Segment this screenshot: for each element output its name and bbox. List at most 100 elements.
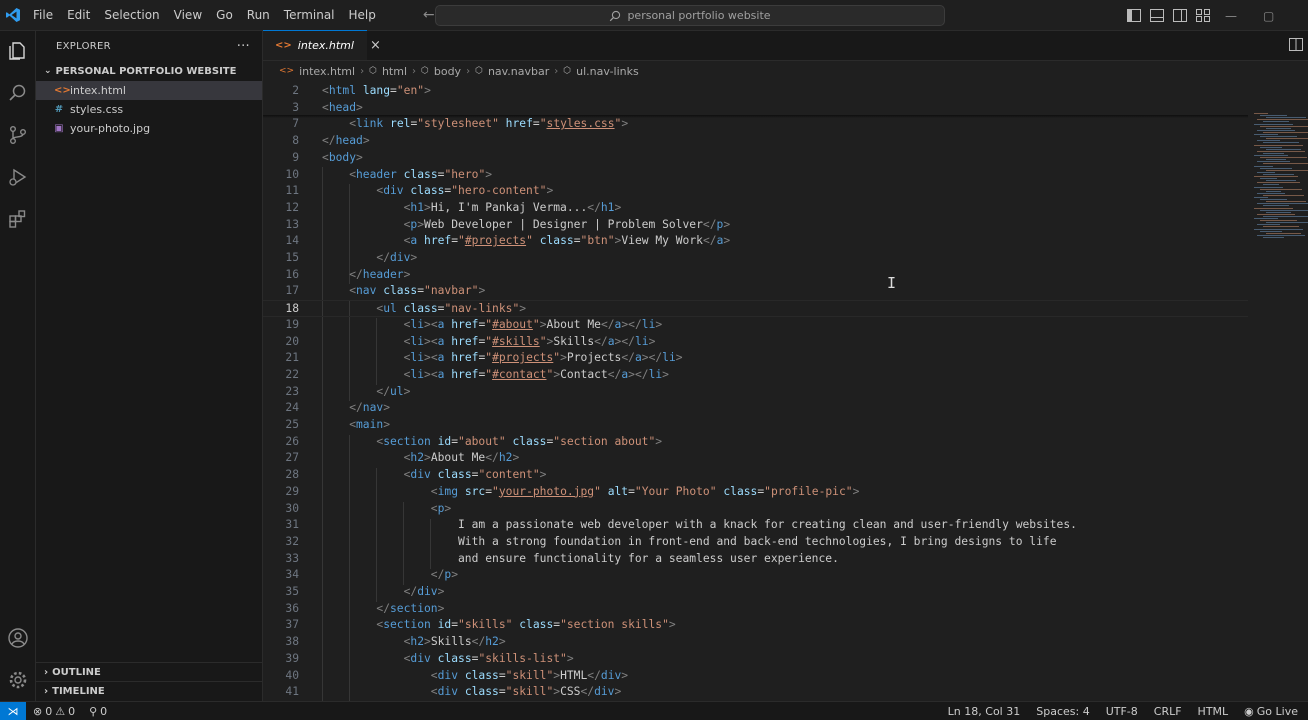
menu-item-file[interactable]: File <box>26 0 60 31</box>
remote-indicator-icon[interactable]: ⋊ <box>0 701 26 720</box>
menu-item-help[interactable]: Help <box>342 0 383 31</box>
file-type-icon: <> <box>54 85 71 96</box>
code-editor[interactable]: 2 <html lang="en"> 3 <head> 7 <link rel="styl… <box>263 83 1248 707</box>
code-line[interactable]: 18 <ul class="nav-links"> <box>263 300 1248 317</box>
cursor-position[interactable]: Ln 18, Col 31 <box>940 705 1029 718</box>
code-line[interactable]: 19 <li><a href="#about">About Me</a></li> <box>263 317 1248 334</box>
code-line[interactable]: 7 <link rel="stylesheet" href="styles.css… <box>263 116 1248 133</box>
code-line[interactable]: 11 <div class="hero-content"> <box>263 183 1248 200</box>
menu-item-edit[interactable]: Edit <box>60 0 97 31</box>
menu-item-selection[interactable]: Selection <box>97 0 166 31</box>
extensions-icon[interactable] <box>6 207 30 231</box>
code-line[interactable]: 23 </ul> <box>263 384 1248 401</box>
menu-item-go[interactable]: Go <box>209 0 240 31</box>
explorer-icon[interactable] <box>6 39 30 63</box>
code-line[interactable]: 37 <section id="skills" class="section sk… <box>263 617 1248 634</box>
code-line[interactable]: 15 </div> <box>263 250 1248 267</box>
customize-layout-icon[interactable] <box>1195 8 1211 24</box>
more-actions-button[interactable]: ··· <box>237 39 250 54</box>
code-line[interactable]: 24 </nav> <box>263 400 1248 417</box>
code-line[interactable]: 41 <div class="skill">CSS</div> <box>263 684 1248 701</box>
code-line[interactable]: 17 <nav class="navbar"> <box>263 283 1248 300</box>
menu-item-view[interactable]: View <box>167 0 209 31</box>
toggle-secondary-sidebar-icon[interactable] <box>1172 8 1188 24</box>
line-number: 26 <box>285 434 299 448</box>
menu-item-run[interactable]: Run <box>240 0 277 31</box>
toggle-panel-icon[interactable] <box>1149 8 1165 24</box>
code-line[interactable]: 32 With a strong foundation in front-end … <box>263 534 1248 551</box>
line-number: 23 <box>285 384 299 398</box>
menu-item-terminal[interactable]: Terminal <box>277 0 342 31</box>
file-item[interactable]: ▣ your-photo.jpg <box>36 119 262 138</box>
encoding[interactable]: UTF-8 <box>1098 705 1146 718</box>
code-line[interactable]: 9 <body> <box>263 150 1248 167</box>
code-text: <li><a href="#about">About Me</a></li> <box>403 317 663 331</box>
activity-bar <box>0 31 36 701</box>
code-line[interactable]: 13 <p>Web Developer | Designer | Problem … <box>263 217 1248 234</box>
vscode-logo-icon <box>0 0 26 31</box>
code-line[interactable]: 22 <li><a href="#contact">Contact</a></li… <box>263 367 1248 384</box>
folder-header[interactable]: ⌄ PERSONAL PORTFOLIO WEBSITE <box>36 61 262 81</box>
tab-intex-html[interactable]: <> intex.html × <box>263 30 381 60</box>
timeline-section[interactable]: › TIMELINE <box>36 681 263 701</box>
code-line[interactable]: 30 <p> <box>263 501 1248 518</box>
code-line[interactable]: 10 <header class="hero"> <box>263 167 1248 184</box>
code-line[interactable]: 36 </section> <box>263 601 1248 618</box>
explorer-header: EXPLORER ··· <box>36 31 262 61</box>
code-line[interactable]: 35 </div> <box>263 584 1248 601</box>
go-live-button[interactable]: ◉ Go Live <box>1236 705 1308 718</box>
run-debug-icon[interactable] <box>6 165 30 189</box>
code-text: <li><a href="#contact">Contact</a></li> <box>403 367 669 381</box>
breadcrumb-item[interactable]: html <box>382 65 407 78</box>
code-line[interactable]: 29 <img src="your-photo.jpg" alt="Your Ph… <box>263 484 1248 501</box>
code-line[interactable]: 40 <div class="skill">HTML</div> <box>263 668 1248 685</box>
code-line[interactable]: 26 <section id="about" class="section abo… <box>263 434 1248 451</box>
split-editor-icon[interactable] <box>1289 38 1303 54</box>
ports-indicator[interactable]: ⚲ 0 <box>82 705 114 718</box>
minimize-icon[interactable]: — <box>1225 9 1237 23</box>
command-center-search[interactable]: personal portfolio website <box>435 5 945 26</box>
code-line[interactable]: 12 <h1>Hi, I'm Pankaj Verma...</h1> <box>263 200 1248 217</box>
code-line[interactable]: 34 </p> <box>263 567 1248 584</box>
code-line[interactable]: 25 <main> <box>263 417 1248 434</box>
code-line[interactable]: 2 <html lang="en"> <box>263 83 1248 100</box>
tab-bar: <> intex.html × <box>263 30 1308 61</box>
account-icon[interactable] <box>6 626 30 650</box>
line-number: 20 <box>285 334 299 348</box>
code-line[interactable]: 31 I am a passionate web developer with a… <box>263 517 1248 534</box>
chevron-down-icon: ⌄ <box>44 66 52 76</box>
file-tree: <> intex.html # styles.css ▣ your-photo.jpg <box>36 81 262 138</box>
code-line[interactable]: 39 <div class="skills-list"> <box>263 651 1248 668</box>
breadcrumb-item[interactable]: nav.navbar <box>488 65 549 78</box>
indentation[interactable]: Spaces: 4 <box>1028 705 1097 718</box>
breadcrumb-item[interactable]: body <box>434 65 461 78</box>
breadcrumb-item[interactable]: intex.html <box>299 65 355 78</box>
code-line[interactable]: 38 <h2>Skills</h2> <box>263 634 1248 651</box>
manage-gear-icon[interactable] <box>6 668 30 692</box>
back-arrow-icon[interactable]: ← <box>423 7 435 23</box>
file-item[interactable]: # styles.css <box>36 100 262 119</box>
language-mode[interactable]: HTML <box>1190 705 1237 718</box>
end-of-line[interactable]: CRLF <box>1146 705 1190 718</box>
search-icon[interactable] <box>6 81 30 105</box>
code-line[interactable]: 28 <div class="content"> <box>263 467 1248 484</box>
code-line[interactable]: 16 </header> <box>263 267 1248 284</box>
code-line[interactable]: 27 <h2>About Me</h2> <box>263 450 1248 467</box>
code-line[interactable]: 8 </head> <box>263 133 1248 150</box>
file-item[interactable]: <> intex.html <box>36 81 262 100</box>
code-line[interactable]: 3 <head> <box>263 100 1248 117</box>
breadcrumb-item[interactable]: ul.nav-links <box>576 65 639 78</box>
problems-indicator[interactable]: ⊗ 0 ⚠ 0 <box>26 705 82 718</box>
close-icon[interactable]: × <box>370 38 381 53</box>
code-line[interactable]: 20 <li><a href="#skills">Skills</a></li> <box>263 334 1248 351</box>
toggle-primary-sidebar-icon[interactable] <box>1126 8 1142 24</box>
outline-section[interactable]: › OUTLINE <box>36 662 263 682</box>
code-line[interactable]: 33 and ensure functionality for a seamles… <box>263 551 1248 568</box>
chevron-right-icon: › <box>412 65 416 77</box>
line-number: 16 <box>285 267 299 281</box>
minimap[interactable] <box>1248 83 1308 238</box>
code-line[interactable]: 14 <a href="#projects" class="btn">View M… <box>263 233 1248 250</box>
maximize-icon[interactable]: ▢ <box>1263 9 1274 23</box>
code-line[interactable]: 21 <li><a href="#projects">Projects</a></… <box>263 350 1248 367</box>
source-control-icon[interactable] <box>6 123 30 147</box>
